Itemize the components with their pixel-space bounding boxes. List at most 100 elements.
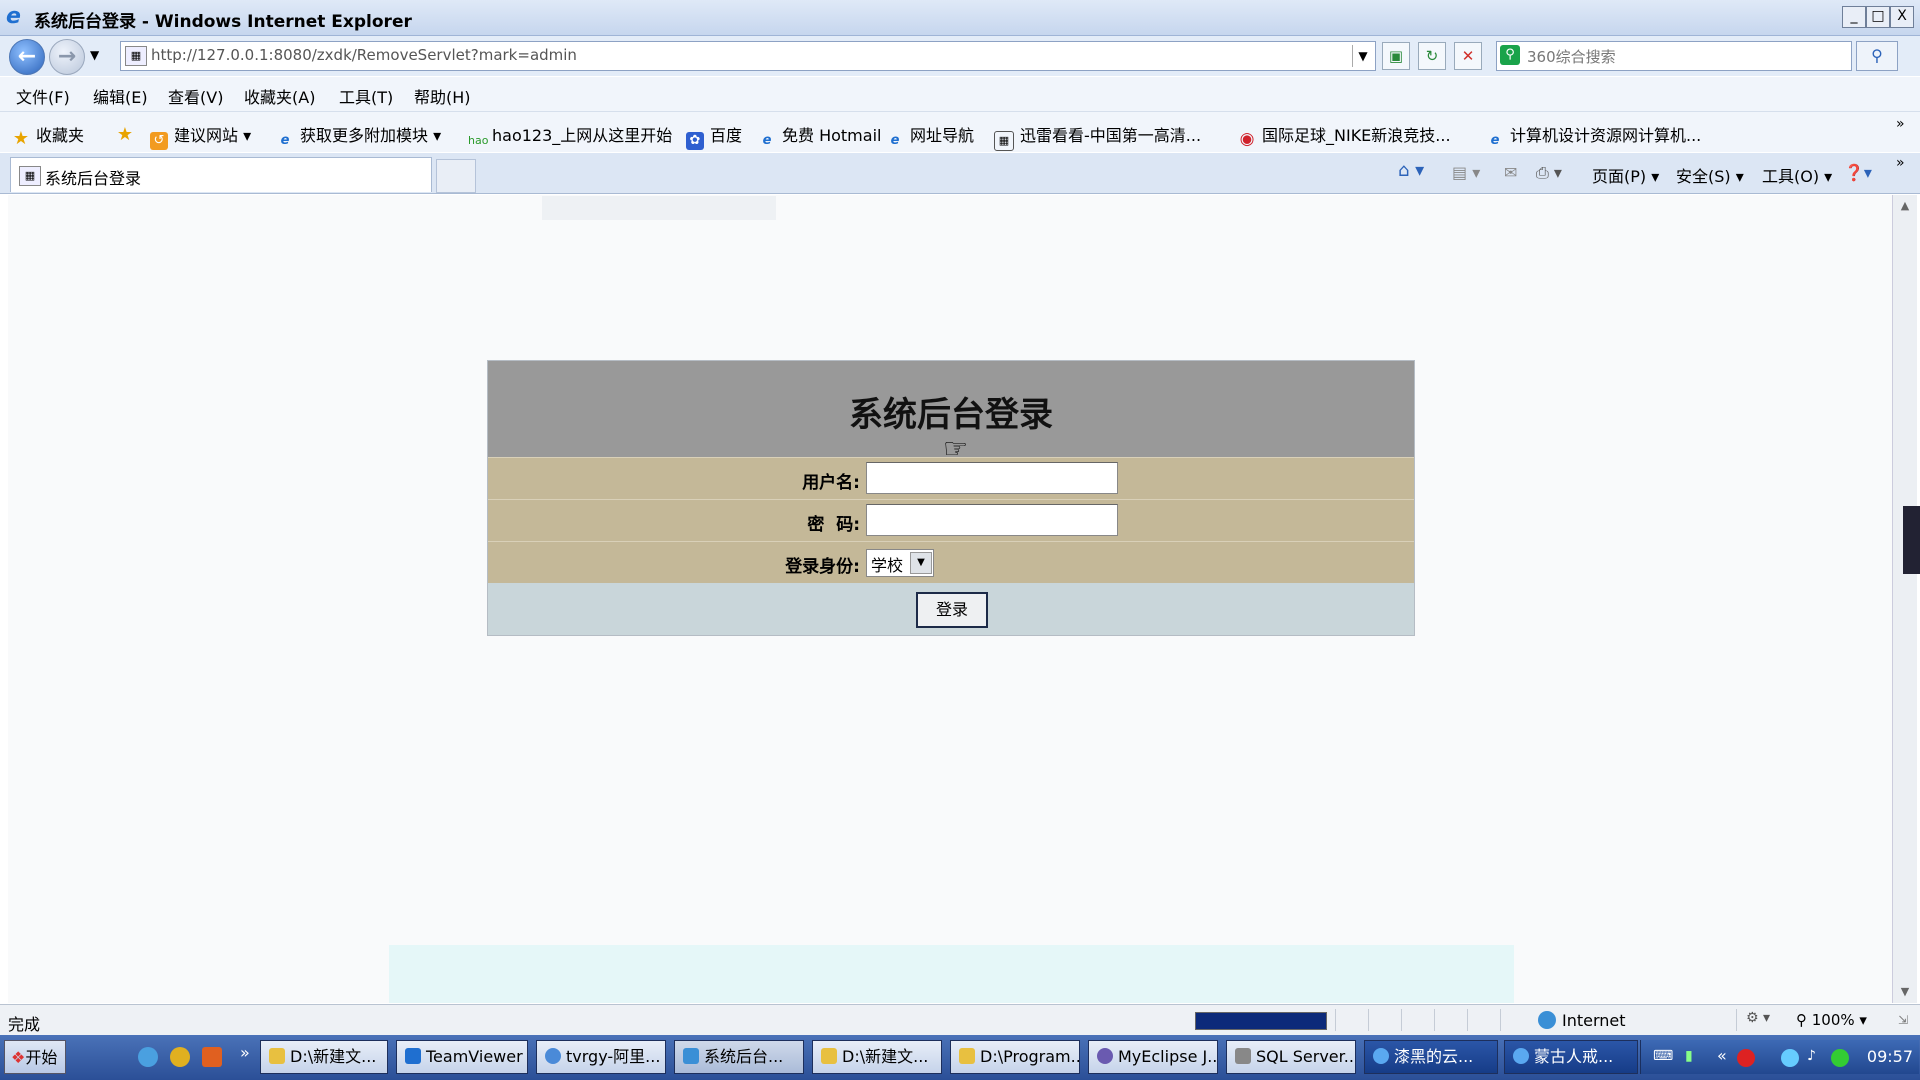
scroll-down-icon[interactable]: ▼: [1896, 983, 1914, 1001]
scroll-up-icon[interactable]: ▲: [1896, 197, 1914, 215]
task-browser-dark-2[interactable]: 蒙古人戒...: [1504, 1040, 1638, 1074]
fav-item-url-nav[interactable]: e 网址导航: [886, 122, 974, 150]
decorative-banner: [542, 196, 776, 220]
favorites-bar: ★ 收藏夹 ★ ↺ 建议网站 ▾ e 获取更多附加模块 ▾ hao hao123_上网从…: [0, 112, 1920, 152]
page-icon: ▦: [125, 46, 147, 66]
chevron-right-icon[interactable]: »: [240, 1043, 250, 1062]
username-label: 用户名:: [802, 473, 860, 493]
taskbar: ❖开始 » D:\新建文... TeamViewer tvrgy-阿里... 系…: [0, 1035, 1920, 1080]
ie-page-icon: e: [890, 133, 900, 148]
fav-item-hao123[interactable]: hao hao123_上网从这里开始: [468, 122, 672, 150]
compatibility-view-icon[interactable]: ▣: [1382, 42, 1410, 70]
address-dropdown-icon[interactable]: ▼: [1352, 45, 1373, 67]
task-ie-login[interactable]: 系统后台...: [674, 1040, 804, 1074]
zoom-control[interactable]: ⚲ 100% ▾: [1796, 1011, 1867, 1029]
task-explorer-2[interactable]: D:\新建文...: [812, 1040, 942, 1074]
chevron-left-icon[interactable]: «: [1717, 1046, 1727, 1065]
fav-item-xunlei[interactable]: ▦ 迅雷看看-中国第一高清...: [994, 122, 1201, 151]
search-icon[interactable]: ⚲: [1856, 41, 1898, 71]
side-panel-handle[interactable]: [1903, 506, 1920, 574]
page-menu[interactable]: 页面(P) ▾: [1592, 163, 1659, 187]
task-browser-dark-1[interactable]: 漆黑的云...: [1364, 1040, 1498, 1074]
minimize-button[interactable]: _: [1842, 6, 1866, 28]
refresh-icon[interactable]: ↻: [1418, 42, 1446, 70]
mail-icon[interactable]: ✉: [1504, 163, 1517, 182]
windows-logo-icon: ❖: [11, 1048, 26, 1067]
history-dropdown-icon[interactable]: ▼: [90, 48, 99, 62]
stop-icon[interactable]: ✕: [1454, 42, 1482, 70]
password-input[interactable]: [866, 504, 1118, 536]
feeds-icon[interactable]: ▤ ▾: [1452, 163, 1480, 182]
ie-quicklaunch-icon[interactable]: [138, 1047, 158, 1067]
menu-bar: 文件(F) 编辑(E) 查看(V) 收藏夹(A) 工具(T) 帮助(H): [0, 77, 1920, 112]
myeclipse-icon: [1097, 1048, 1113, 1064]
print-icon[interactable]: ⎙ ▾: [1536, 163, 1562, 183]
window-title: 系统后台登录 - Windows Internet Explorer: [34, 12, 412, 32]
fav-item-hotmail[interactable]: e 免费 Hotmail: [758, 122, 882, 150]
volume-icon[interactable]: ♪: [1807, 1048, 1816, 1064]
task-teamviewer[interactable]: TeamViewer: [396, 1040, 528, 1074]
address-input[interactable]: http://127.0.0.1:8080/zxdk/RemoveServlet…: [151, 46, 577, 64]
baidu-paw-icon: ✿: [686, 132, 704, 150]
chevron-right-icon[interactable]: »: [1896, 155, 1905, 171]
antivirus-icon[interactable]: [1737, 1049, 1755, 1067]
forward-icon[interactable]: →: [49, 39, 85, 75]
task-myeclipse[interactable]: MyEclipse J...: [1088, 1040, 1218, 1074]
role-select[interactable]: 学校 ▼: [866, 549, 934, 577]
protected-mode-icon[interactable]: ⚙ ▾: [1746, 1010, 1770, 1026]
menu-file[interactable]: 文件(F): [16, 84, 70, 108]
fav-item-baidu[interactable]: ✿ 百度: [686, 122, 742, 150]
help-icon[interactable]: ❓▾: [1844, 163, 1872, 182]
tray-app-icon[interactable]: [1831, 1049, 1849, 1067]
home-icon[interactable]: ⌂ ▾: [1398, 160, 1424, 181]
clock[interactable]: 09:57: [1867, 1047, 1913, 1066]
menu-help[interactable]: 帮助(H): [414, 84, 471, 108]
keyboard-icon[interactable]: ⌨: [1653, 1048, 1673, 1064]
task-explorer-program[interactable]: D:\Program...: [950, 1040, 1080, 1074]
menu-tools[interactable]: 工具(T): [339, 84, 393, 108]
menu-favorites[interactable]: 收藏夹(A): [244, 84, 315, 108]
fav-item-design-resources[interactable]: e 计算机设计资源网计算机...: [1486, 122, 1702, 150]
tab-bar: ▦ 系统后台登录 ⌂ ▾ ▤ ▾ ✉ ⎙ ▾ 页面(P) ▾ 安全(S) ▾ 工…: [0, 153, 1920, 194]
task-explorer-1[interactable]: D:\新建文...: [260, 1040, 388, 1074]
fav-item-suggested-sites[interactable]: ↺ 建议网站 ▾: [150, 122, 251, 150]
chevron-down-icon[interactable]: ▼: [910, 552, 932, 574]
role-selected-value: 学校: [871, 556, 904, 575]
tab-system-login[interactable]: ▦ 系统后台登录: [10, 157, 432, 192]
address-bar[interactable]: ▦ http://127.0.0.1:8080/zxdk/RemoveServl…: [120, 41, 1376, 71]
back-icon[interactable]: ←: [9, 39, 45, 75]
status-text: 完成: [8, 1015, 41, 1034]
status-bar: 完成 Internet ⚙ ▾ ⚲ 100% ▾ ⇲: [0, 1004, 1920, 1035]
hand-cursor-icon: ☞: [943, 432, 969, 465]
task-sql-server[interactable]: SQL Server...: [1226, 1040, 1356, 1074]
network-icon[interactable]: [1781, 1049, 1799, 1067]
vertical-scrollbar[interactable]: ▲ ▼: [1892, 195, 1917, 1003]
ie-page-icon: e: [762, 133, 772, 148]
task-browser-aliyun[interactable]: tvrgy-阿里...: [536, 1040, 666, 1074]
resize-grip-icon[interactable]: ⇲: [1898, 1013, 1908, 1027]
login-button[interactable]: 登录: [916, 592, 988, 628]
start-button[interactable]: ❖开始: [4, 1040, 66, 1074]
maximize-button[interactable]: □: [1866, 6, 1890, 28]
weibo-icon: ◉: [1239, 129, 1255, 149]
qq-quicklaunch-icon[interactable]: [202, 1047, 222, 1067]
search-input[interactable]: 360综合搜索: [1527, 46, 1616, 67]
search-box[interactable]: ⚲ 360综合搜索: [1496, 41, 1852, 71]
battery-icon[interactable]: ▮: [1685, 1048, 1693, 1064]
zoom-icon: ⚲: [1796, 1011, 1812, 1029]
username-input[interactable]: [866, 462, 1118, 494]
fav-item-addons[interactable]: e 获取更多附加模块 ▾: [276, 122, 442, 150]
new-tab-button[interactable]: [436, 159, 476, 193]
add-favorite-icon[interactable]: ★: [116, 122, 140, 144]
security-zone[interactable]: Internet: [1538, 1011, 1626, 1030]
search-engine-icon: ⚲: [1500, 45, 1520, 65]
fav-item-sina-sports[interactable]: ◉ 国际足球_NIKE新浪竞技...: [1238, 122, 1451, 148]
menu-edit[interactable]: 编辑(E): [93, 84, 148, 108]
favorites-button[interactable]: ★ 收藏夹: [12, 122, 84, 148]
safety-menu[interactable]: 安全(S) ▾: [1676, 163, 1744, 187]
chevron-right-icon[interactable]: »: [1896, 116, 1905, 132]
tools-menu[interactable]: 工具(O) ▾: [1762, 163, 1832, 187]
app-quicklaunch-icon[interactable]: [170, 1047, 190, 1067]
close-button[interactable]: X: [1890, 6, 1914, 28]
menu-view[interactable]: 查看(V): [168, 84, 223, 108]
